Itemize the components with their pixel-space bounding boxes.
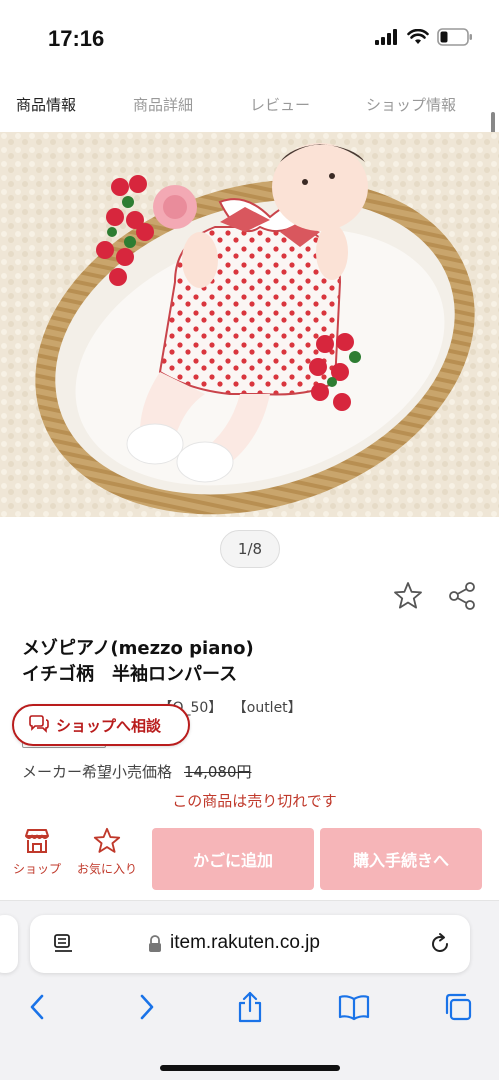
- reader-icon[interactable]: [52, 932, 76, 956]
- star-icon: [93, 827, 121, 853]
- status-bar: 17:16: [0, 0, 499, 78]
- url-text[interactable]: item.rakuten.co.jp: [170, 932, 320, 954]
- product-title-line1: メゾピアノ(mezzo piano): [22, 638, 254, 659]
- baby-romper-photo: [0, 132, 499, 517]
- status-icons: [375, 28, 473, 46]
- product-tabs: 商品情報 商品詳細 レビュー ショップ情報: [0, 78, 499, 128]
- shop-button[interactable]: ショップ: [2, 826, 72, 890]
- share-sheet-button[interactable]: [230, 987, 270, 1027]
- add-to-cart-button[interactable]: かごに追加: [152, 828, 314, 890]
- back-button[interactable]: [18, 987, 58, 1027]
- home-indicator: [160, 1065, 340, 1071]
- soldout-message: この商品は売り切れです: [172, 792, 337, 810]
- bookmarks-icon: [338, 995, 370, 1021]
- forward-icon: [140, 994, 154, 1020]
- shop-icon: [25, 829, 49, 853]
- consult-shop-label: ショップへ相談: [56, 716, 162, 735]
- shop-label: ショップ: [12, 862, 61, 876]
- tabs-icon: [445, 993, 472, 1021]
- chat-bubbles-icon: [29, 715, 49, 733]
- status-time: 17:16: [48, 26, 105, 51]
- forward-button[interactable]: [126, 987, 166, 1027]
- tabs-button[interactable]: [438, 987, 478, 1027]
- browser-nav-row: [0, 987, 499, 1027]
- address-bar[interactable]: item.rakuten.co.jp: [30, 915, 470, 973]
- tab-shop-info[interactable]: ショップ情報: [366, 94, 456, 115]
- tag-item[interactable]: 【outlet】: [233, 700, 302, 716]
- battery-icon: [437, 28, 472, 46]
- image-counter: 1/8: [220, 530, 280, 568]
- price-row: メーカー希望小売価格 14,080円: [22, 761, 252, 782]
- lock-icon: [149, 935, 161, 952]
- browser-toolbar: item.rakuten.co.jp: [0, 900, 499, 1080]
- wifi-icon: [407, 29, 429, 44]
- reload-icon[interactable]: [428, 932, 452, 956]
- checkout-button[interactable]: 購入手続きへ: [320, 828, 482, 890]
- favorite-label: お気に入り: [76, 862, 137, 876]
- back-icon: [30, 994, 44, 1020]
- price-value: 14,080円: [184, 763, 252, 781]
- product-image[interactable]: [0, 132, 499, 517]
- tab-product-info[interactable]: 商品情報: [16, 94, 76, 115]
- share-icon[interactable]: [446, 580, 478, 612]
- bottom-action-bar: ショップ お気に入り かごに追加 購入手続きへ: [0, 826, 499, 896]
- star-outline-icon[interactable]: [392, 580, 424, 612]
- tab-reviews[interactable]: レビュー: [250, 94, 310, 115]
- product-title: メゾピアノ(mezzo piano) イチゴ柄 半袖ロンパース: [22, 636, 462, 688]
- favorite-button[interactable]: お気に入り: [72, 826, 142, 890]
- signal-icon: [375, 29, 397, 45]
- share-upload-icon: [238, 991, 262, 1023]
- consult-shop-button[interactable]: ショップへ相談: [12, 704, 190, 746]
- bookmarks-button[interactable]: [334, 987, 374, 1027]
- previous-tab-card[interactable]: [0, 915, 18, 973]
- tab-product-details[interactable]: 商品詳細: [133, 94, 193, 115]
- price-label: メーカー希望小売価格: [22, 763, 173, 781]
- product-title-line2: イチゴ柄 半袖ロンパース: [22, 664, 238, 685]
